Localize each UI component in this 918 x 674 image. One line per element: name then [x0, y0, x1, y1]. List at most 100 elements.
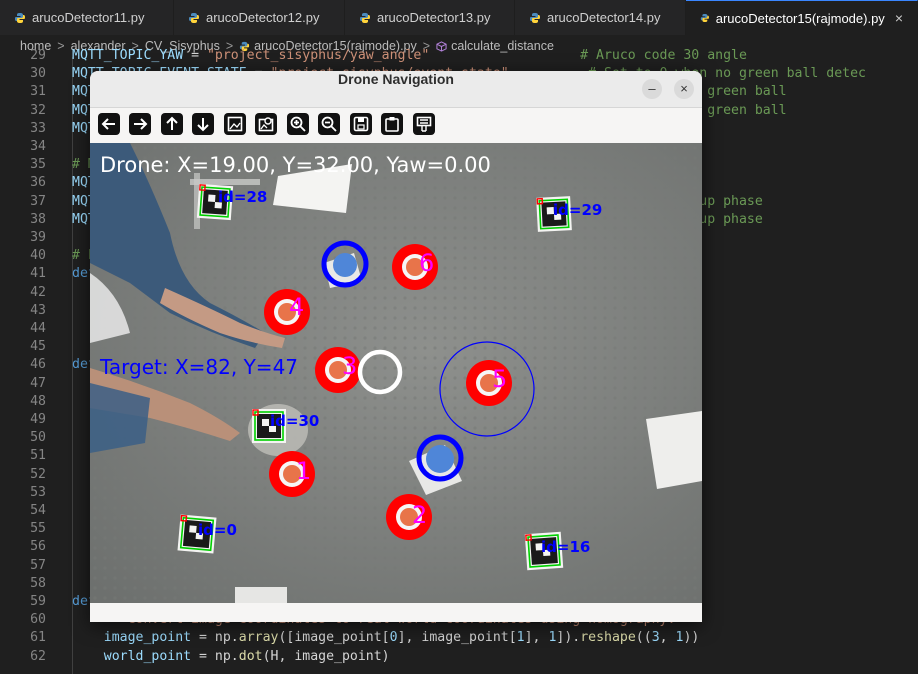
- copy-clipboard-button[interactable]: [381, 113, 403, 135]
- python-file-icon: [700, 13, 709, 23]
- python-file-icon: [530, 12, 540, 23]
- window-title: Drone Navigation: [338, 71, 454, 87]
- ball-number-label: 5: [492, 365, 507, 393]
- image-toolbar: [90, 107, 702, 142]
- line-number: 55: [30, 521, 46, 537]
- ball-number-label: 2: [412, 501, 427, 529]
- pan-up-icon: [166, 116, 178, 130]
- tab-arucodetector15-rajmode[interactable]: arucoDetector15(rajmode).py ×: [686, 0, 918, 35]
- aruco-id-label: id=28: [218, 188, 267, 206]
- line-number: 31: [30, 84, 46, 100]
- camera-frame: id=28 id=29 id=30 id=0 id=16 6 4 3 5 1 2 Drone: X=1…: [90, 143, 702, 603]
- line-number: 58: [30, 575, 46, 591]
- ball-number-label: 3: [342, 352, 357, 380]
- line-number: 61: [30, 630, 46, 646]
- ball-number-label: 4: [289, 293, 304, 321]
- line-number: 50: [30, 430, 46, 446]
- aruco-marker-cell: [189, 525, 197, 533]
- line-number: 36: [30, 175, 46, 191]
- line-number: 35: [30, 157, 46, 173]
- tab-arucodetector12[interactable]: arucoDetector12.py: [174, 0, 345, 35]
- python-file-icon: [360, 12, 370, 23]
- line-number: 54: [30, 503, 46, 518]
- tab-label: arucoDetector14.py: [547, 10, 661, 25]
- line-number: 51: [30, 448, 46, 464]
- line-number: 53: [30, 484, 46, 500]
- blue-ball: [333, 253, 357, 277]
- save-image-button[interactable]: [350, 113, 372, 135]
- ball-number-label: 1: [296, 457, 311, 485]
- pan-right-icon: [134, 118, 148, 130]
- aruco-marker-cell: [208, 194, 216, 202]
- code-line[interactable]: 29 MQTT_TOPIC_YAW = "project_sisyphus/yaw…: [0, 47, 918, 65]
- code-line[interactable]: 62 world_point = np.dot(H, image_point): [0, 648, 918, 666]
- code-line[interactable]: 61 image_point = np.array([image_point[0…: [0, 629, 918, 647]
- save-image-icon: [353, 116, 369, 132]
- window-titlebar[interactable]: Drone Navigation – ×: [90, 71, 702, 108]
- pan-up-button[interactable]: [161, 113, 183, 135]
- line-number: 38: [30, 211, 46, 227]
- line-number: 45: [30, 339, 46, 355]
- drone-status-text: Drone: X=19.00, Y=32.00, Yaw=0.00: [100, 153, 491, 177]
- properties-icon: [416, 116, 432, 132]
- zoom-region-icon: [258, 117, 274, 132]
- line-number: 59: [30, 594, 46, 609]
- zoom-in-button[interactable]: [287, 113, 309, 135]
- tab-label: arucoDetector11.py: [32, 10, 145, 25]
- line-number: 57: [30, 557, 46, 573]
- line-number: 60: [30, 612, 46, 628]
- line-number: 49: [30, 412, 46, 427]
- tab-label: arucoDetector15(rajmode).py: [715, 10, 885, 26]
- aruco-id-label: id=30: [270, 412, 319, 430]
- tab-arucodetector11[interactable]: arucoDetector11.py: [0, 0, 174, 35]
- aruco-id-label: id=16: [541, 538, 590, 556]
- pan-down-icon: [197, 118, 209, 132]
- tab-close-icon[interactable]: ×: [895, 10, 903, 26]
- blue-ball: [426, 445, 454, 473]
- close-button[interactable]: ×: [674, 79, 694, 99]
- target-status-text: Target: X=82, Y=47: [99, 355, 298, 379]
- tab-arucodetector14[interactable]: arucoDetector14.py: [515, 0, 686, 35]
- pan-down-button[interactable]: [192, 113, 214, 135]
- line-number: 39: [30, 230, 46, 245]
- tab-arucodetector13[interactable]: arucoDetector13.py: [345, 0, 515, 35]
- camera-view[interactable]: id=28 id=29 id=30 id=0 id=16 6 4 3 5 1 2 Drone: X=1…: [90, 143, 702, 603]
- minimize-button[interactable]: –: [642, 79, 662, 99]
- line-number: 48: [30, 393, 46, 409]
- line-code: MQTT_TOPIC_YAW = "project_sisyphus/yaw_a…: [72, 48, 747, 63]
- line-number: 33: [30, 120, 46, 136]
- line-number: 40: [30, 248, 46, 264]
- zoom-in-icon: [290, 116, 306, 132]
- zoom-fit-button[interactable]: [224, 113, 246, 135]
- line-number: 41: [30, 266, 46, 282]
- line-number: 44: [30, 321, 46, 336]
- properties-button[interactable]: [413, 113, 435, 135]
- line-number: 56: [30, 539, 46, 555]
- tab-label: arucoDetector13.py: [377, 10, 491, 25]
- line-number: 32: [30, 102, 46, 118]
- zoom-out-button[interactable]: [318, 113, 340, 135]
- aruco-id-label: id=29: [553, 201, 602, 219]
- line-number: 43: [30, 302, 46, 318]
- python-file-icon: [189, 12, 199, 23]
- aruco-id-label: id=0: [198, 521, 237, 539]
- tab-label: arucoDetector12.py: [206, 10, 320, 25]
- zoom-region-button[interactable]: [255, 113, 277, 135]
- line-number: 30: [30, 66, 46, 82]
- line-number: 42: [30, 284, 46, 300]
- pan-left-icon: [101, 118, 115, 130]
- pan-left-button[interactable]: [98, 113, 120, 135]
- line-code: world_point = np.dot(H, image_point): [103, 648, 390, 664]
- aruco-marker-cell: [262, 419, 269, 426]
- zoom-fit-icon: [227, 116, 243, 132]
- drone-navigation-window: Drone Navigation – × id=28 id=29 id=30 i…: [90, 71, 702, 622]
- line-number: 34: [30, 139, 46, 154]
- pan-right-button[interactable]: [129, 113, 151, 135]
- zoom-out-icon: [321, 116, 337, 132]
- line-number: 46: [30, 357, 46, 373]
- ball-number-label: 6: [419, 249, 434, 277]
- line-code: image_point = np.array([image_point[0], …: [103, 630, 700, 646]
- copy-clipboard-icon: [385, 117, 399, 132]
- line-number: 37: [30, 193, 46, 209]
- paper-sheet: [235, 587, 287, 603]
